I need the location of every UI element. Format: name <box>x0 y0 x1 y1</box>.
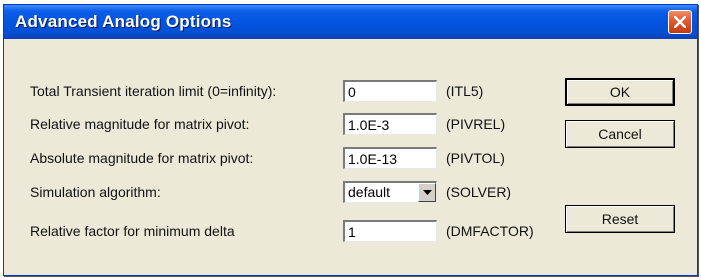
dmfactor-input[interactable] <box>343 220 437 242</box>
solver-label: Simulation algorithm: <box>30 184 161 200</box>
pivtol-label: Absolute magnitude for matrix pivot: <box>30 150 254 166</box>
pivrel-param: (PIVREL) <box>446 116 506 132</box>
solver-selected-value: default <box>348 184 391 200</box>
pivtol-input[interactable] <box>343 147 437 169</box>
itl5-input[interactable] <box>343 80 437 102</box>
pivtol-param: (PIVTOL) <box>446 150 505 166</box>
close-icon <box>674 16 686 28</box>
cancel-button[interactable]: Cancel <box>565 120 675 148</box>
title-bar[interactable]: Advanced Analog Options <box>4 5 697 39</box>
dmfactor-param: (DMFACTOR) <box>446 223 534 239</box>
itl5-param: (ITL5) <box>446 83 484 99</box>
chevron-down-icon <box>423 190 432 195</box>
solver-dropdown-button[interactable] <box>418 183 436 202</box>
advanced-analog-options-dialog: Advanced Analog Options Total Transient … <box>3 4 698 276</box>
solver-select[interactable]: default <box>343 181 437 203</box>
close-button[interactable] <box>668 10 692 34</box>
dmfactor-label: Relative factor for minimum delta <box>30 223 235 239</box>
solver-param: (SOLVER) <box>446 184 512 200</box>
itl5-label: Total Transient iteration limit (0=infin… <box>30 83 277 99</box>
reset-button[interactable]: Reset <box>565 205 675 233</box>
dialog-body: Total Transient iteration limit (0=infin… <box>10 43 691 269</box>
window-title: Advanced Analog Options <box>15 12 232 31</box>
pivrel-input[interactable] <box>343 113 437 135</box>
ok-button[interactable]: OK <box>565 78 675 106</box>
pivrel-label: Relative magnitude for matrix pivot: <box>30 116 250 132</box>
